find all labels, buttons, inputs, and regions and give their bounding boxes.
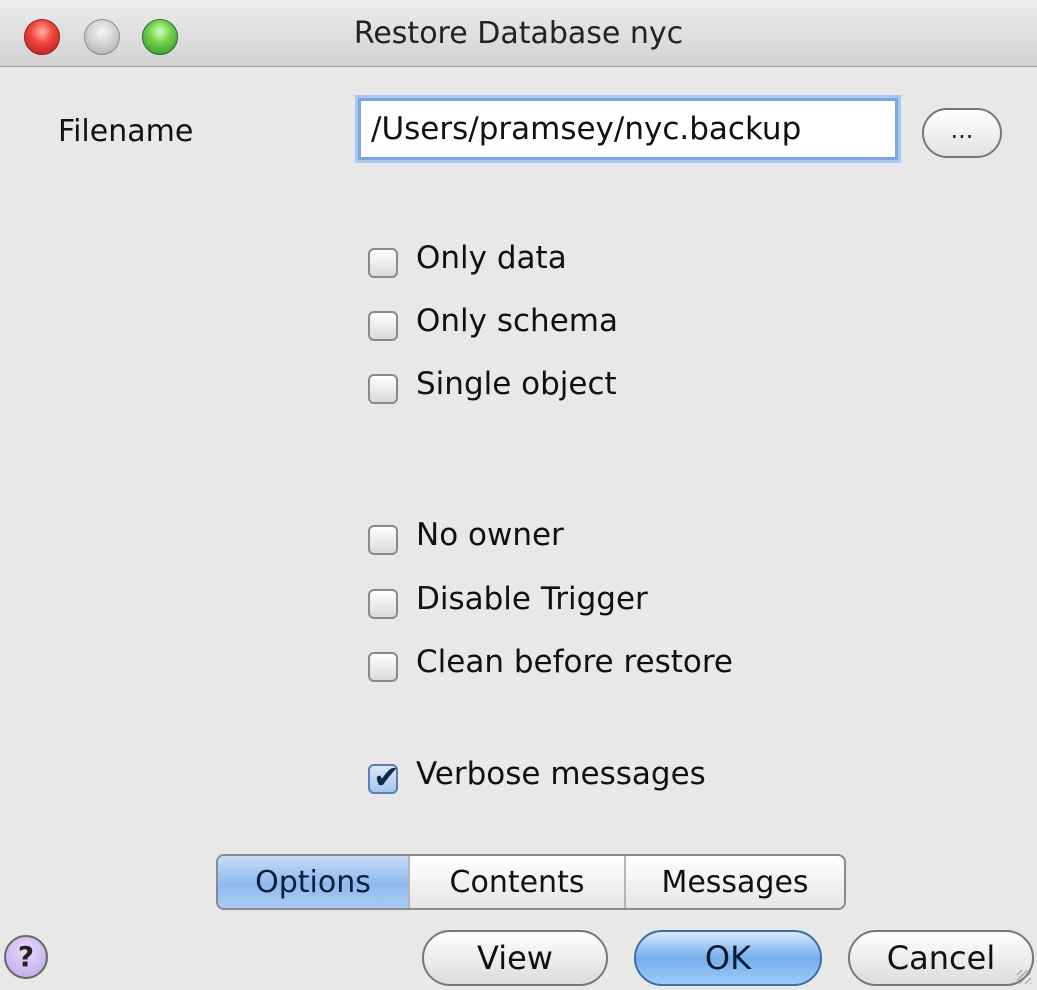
clean-before-restore-label: Clean before restore [416, 644, 733, 680]
verbose-messages-label: Verbose messages [416, 756, 706, 792]
verbose-messages-checkbox[interactable]: ✔ [368, 758, 400, 796]
title-bar[interactable]: Restore Database nyc [0, 0, 1037, 67]
filename-label: Filename [58, 114, 194, 149]
browse-button[interactable]: ... [922, 108, 1002, 158]
only-schema-checkbox[interactable] [368, 311, 398, 341]
view-button[interactable]: View [422, 930, 608, 986]
single-object-label: Single object [416, 366, 617, 402]
tab-contents[interactable]: Contents [410, 856, 626, 908]
clean-before-restore-checkbox[interactable] [368, 652, 398, 682]
checkmark-icon: ✔ [373, 758, 400, 796]
only-schema-label: Only schema [416, 303, 618, 339]
disable-trigger-label: Disable Trigger [416, 581, 648, 617]
filename-input[interactable] [358, 98, 898, 160]
cancel-button[interactable]: Cancel [848, 930, 1034, 986]
window-title: Restore Database nyc [353, 16, 684, 51]
only-data-label: Only data [416, 240, 567, 276]
resize-grip-icon[interactable] [1017, 970, 1031, 984]
ok-button[interactable]: OK [634, 930, 822, 986]
help-button[interactable]: ? [4, 935, 48, 979]
tab-messages[interactable]: Messages [626, 856, 844, 908]
no-owner-label: No owner [416, 517, 564, 553]
restore-dialog-window: Restore Database nyc Filename ... Only d… [0, 0, 1037, 990]
only-data-checkbox[interactable] [368, 248, 398, 278]
tab-bar: Options Contents Messages [216, 854, 846, 910]
single-object-checkbox[interactable] [368, 374, 398, 404]
tab-options[interactable]: Options [218, 856, 410, 908]
disable-trigger-checkbox[interactable] [368, 589, 398, 619]
no-owner-checkbox[interactable] [368, 525, 398, 555]
